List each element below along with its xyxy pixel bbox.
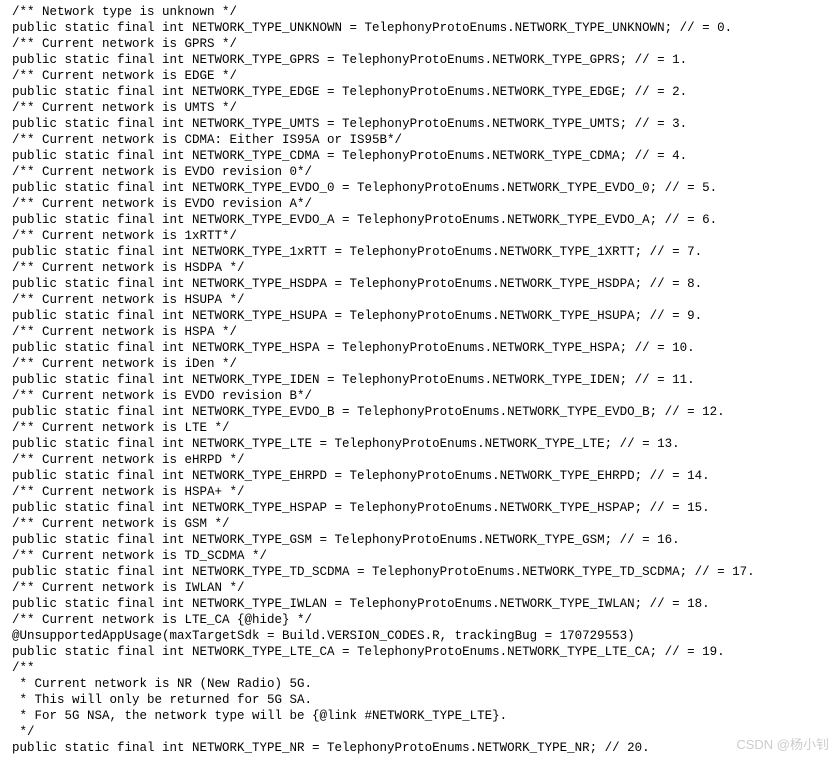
code-line: /** Current network is HSUPA */ [12,292,827,308]
code-line: */ [12,724,827,740]
code-line: public static final int NETWORK_TYPE_HSP… [12,340,827,356]
code-line: /** Current network is EVDO revision A*/ [12,196,827,212]
code-line: public static final int NETWORK_TYPE_CDM… [12,148,827,164]
code-block: /** Network type is unknown */public sta… [12,4,827,756]
code-line: public static final int NETWORK_TYPE_EDG… [12,84,827,100]
code-line: public static final int NETWORK_TYPE_EHR… [12,468,827,484]
code-line: * Current network is NR (New Radio) 5G. [12,676,827,692]
code-line: public static final int NETWORK_TYPE_UMT… [12,116,827,132]
code-line: /** Current network is UMTS */ [12,100,827,116]
code-line: public static final int NETWORK_TYPE_EVD… [12,180,827,196]
code-line: public static final int NETWORK_TYPE_1xR… [12,244,827,260]
code-line: /** Current network is EVDO revision B*/ [12,388,827,404]
code-line: public static final int NETWORK_TYPE_NR … [12,740,827,756]
code-line: /** Current network is TD_SCDMA */ [12,548,827,564]
code-line: /** Current network is GPRS */ [12,36,827,52]
code-line: /** Current network is IWLAN */ [12,580,827,596]
code-line: public static final int NETWORK_TYPE_IWL… [12,596,827,612]
code-line: public static final int NETWORK_TYPE_HSU… [12,308,827,324]
code-line: public static final int NETWORK_TYPE_EVD… [12,404,827,420]
code-line: public static final int NETWORK_TYPE_EVD… [12,212,827,228]
code-line: public static final int NETWORK_TYPE_TD_… [12,564,827,580]
code-line: public static final int NETWORK_TYPE_LTE… [12,644,827,660]
code-line: /** Current network is HSDPA */ [12,260,827,276]
code-line: /** Current network is eHRPD */ [12,452,827,468]
code-line: /** Current network is HSPA+ */ [12,484,827,500]
code-line: /** Current network is HSPA */ [12,324,827,340]
code-line: /** Current network is 1xRTT*/ [12,228,827,244]
code-line: * For 5G NSA, the network type will be {… [12,708,827,724]
code-line: public static final int NETWORK_TYPE_UNK… [12,20,827,36]
code-line: public static final int NETWORK_TYPE_HSD… [12,276,827,292]
code-line: /** Current network is GSM */ [12,516,827,532]
code-line: /** Current network is CDMA: Either IS95… [12,132,827,148]
code-line: public static final int NETWORK_TYPE_GSM… [12,532,827,548]
code-line: public static final int NETWORK_TYPE_IDE… [12,372,827,388]
code-line: /** Network type is unknown */ [12,4,827,20]
code-line: /** Current network is EVDO revision 0*/ [12,164,827,180]
code-line: public static final int NETWORK_TYPE_LTE… [12,436,827,452]
code-line: /** Current network is EDGE */ [12,68,827,84]
code-line: /** Current network is LTE_CA {@hide} */ [12,612,827,628]
code-line: /** Current network is iDen */ [12,356,827,372]
code-line: * This will only be returned for 5G SA. [12,692,827,708]
code-line: /** Current network is LTE */ [12,420,827,436]
code-line: public static final int NETWORK_TYPE_GPR… [12,52,827,68]
code-line: /** [12,660,827,676]
code-line: @UnsupportedAppUsage(maxTargetSdk = Buil… [12,628,827,644]
code-line: public static final int NETWORK_TYPE_HSP… [12,500,827,516]
